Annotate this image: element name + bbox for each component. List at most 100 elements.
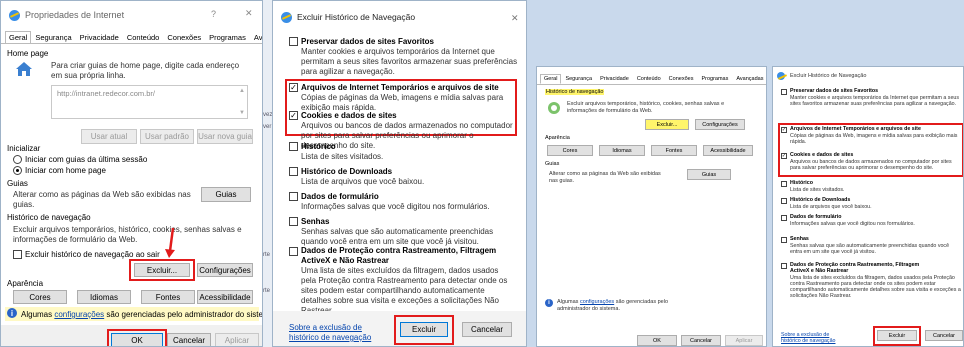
preserve-favorites-checkbox[interactable] bbox=[289, 37, 298, 46]
appearance-heading-small: Aparência bbox=[545, 135, 570, 141]
history-checkbox[interactable] bbox=[289, 142, 298, 151]
window-title: Propriedades de Internet bbox=[25, 10, 125, 20]
use-current-button[interactable]: Usar atual bbox=[81, 129, 137, 144]
fonts-button-small[interactable]: Fontes bbox=[651, 145, 697, 156]
tracking-protection-desc-small: Uma lista de sites excluídos da filtrage… bbox=[790, 275, 961, 299]
title-bar: Propriedades de Internet ? ✕ bbox=[1, 1, 262, 29]
preserve-favorites-desc: Manter cookies e arquivos temporários da… bbox=[301, 47, 518, 76]
strip-text-2: ver bbox=[263, 124, 272, 130]
ok-button-small[interactable]: OK bbox=[637, 335, 677, 346]
tab-programas-small[interactable]: Programas bbox=[697, 74, 732, 84]
passwords-checkbox[interactable] bbox=[289, 217, 298, 226]
passwords-checkbox-small[interactable] bbox=[781, 237, 787, 243]
tab-seguranca-small[interactable]: Segurança bbox=[561, 74, 596, 84]
scroll-down-icon[interactable]: ▼ bbox=[239, 110, 245, 116]
temp-files-desc: Cópias de páginas da Web, imagens e mídi… bbox=[301, 93, 504, 112]
preserve-favorites-label: Preservar dados de sites Favoritos bbox=[301, 37, 434, 46]
settings-link[interactable]: configurações bbox=[54, 310, 104, 319]
colors-button-small[interactable]: Cores bbox=[547, 145, 593, 156]
strip-text-3: rte bbox=[263, 252, 271, 258]
tracking-protection-checkbox[interactable] bbox=[289, 247, 298, 256]
tabs-button-small[interactable]: Guias bbox=[687, 169, 731, 180]
admin-notice-prefix-small: Algumas bbox=[557, 299, 580, 305]
temp-files-checkbox[interactable]: ✓ bbox=[289, 83, 298, 92]
languages-button-small[interactable]: Idiomas bbox=[599, 145, 645, 156]
fonts-button[interactable]: Fontes bbox=[141, 290, 195, 304]
start-home-page-radio[interactable] bbox=[13, 166, 22, 175]
title-bar: Excluir Histórico de Navegação ✕ bbox=[273, 1, 526, 33]
tab-geral-small[interactable]: Geral bbox=[540, 74, 562, 84]
delete-history-dialog-small: Excluir Histórico de Navegação Preservar… bbox=[772, 66, 964, 347]
strip-text-1: vez bbox=[263, 112, 272, 118]
scroll-up-icon[interactable]: ▲ bbox=[239, 88, 245, 94]
home-page-url: http://intranet.redecor.com.br/ bbox=[57, 89, 155, 98]
temp-files-desc-small: Cópias de páginas da Web, imagens e mídi… bbox=[790, 133, 958, 145]
downloads-checkbox[interactable] bbox=[289, 167, 298, 176]
history-icon-small bbox=[547, 101, 561, 115]
about-deletion-link[interactable]: Sobre a exclusão de histórico de navegaç… bbox=[289, 323, 385, 343]
history-heading-small: Histórico de navegação bbox=[545, 89, 605, 95]
settings-link-small[interactable]: configurações bbox=[580, 299, 614, 305]
delete-history-button-small[interactable]: Excluir... bbox=[645, 119, 689, 130]
home-page-url-field[interactable]: http://intranet.redecor.com.br/ ▲ ▼ bbox=[51, 85, 248, 119]
start-last-session-radio[interactable] bbox=[13, 155, 22, 164]
form-data-checkbox-small[interactable] bbox=[781, 215, 787, 221]
colors-button[interactable]: Cores bbox=[13, 290, 67, 304]
passwords-label-small: Senhas bbox=[790, 236, 809, 242]
form-data-label-small: Dados de formulário bbox=[790, 214, 842, 220]
ok-highlight bbox=[107, 329, 167, 346]
form-data-desc-small: Informações salvas que você digitou nos … bbox=[790, 221, 915, 227]
history-description-small: Excluir arquivos temporários, histórico,… bbox=[567, 101, 725, 114]
tabs-heading-small: Guias bbox=[545, 161, 560, 167]
form-data-label: Dados de formulário bbox=[301, 192, 379, 201]
dialog-cancel-button[interactable]: Cancelar bbox=[462, 322, 512, 337]
accessibility-button[interactable]: Acessibilidade bbox=[197, 290, 253, 304]
internet-options-small: Geral Segurança Privacidade Conteúdo Con… bbox=[536, 66, 767, 347]
dialog-cancel-button-small[interactable]: Cancelar bbox=[925, 330, 963, 341]
tabs-button[interactable]: Guias bbox=[201, 187, 251, 202]
use-new-tab-button[interactable]: Usar nova guia bbox=[197, 129, 253, 144]
tabs-heading: Guias bbox=[7, 179, 28, 188]
cookies-checkbox-small[interactable]: ✓ bbox=[781, 153, 787, 159]
tab-strip-small: Geral Segurança Privacidade Conteúdo Con… bbox=[540, 74, 766, 84]
tracking-protection-label-small: Dados de Proteção contra Rastreamento, F… bbox=[790, 262, 920, 274]
languages-button[interactable]: Idiomas bbox=[77, 290, 131, 304]
accessibility-button-small[interactable]: Acessibilidade bbox=[703, 145, 753, 156]
apply-button[interactable]: Aplicar bbox=[215, 333, 259, 346]
history-checkbox-small[interactable] bbox=[781, 181, 787, 187]
history-settings-button[interactable]: Configurações bbox=[197, 263, 253, 277]
temp-files-label: Arquivos de Internet Temporários e arqui… bbox=[301, 83, 499, 92]
temp-files-checkbox-small[interactable]: ✓ bbox=[781, 127, 787, 133]
admin-notice-small: Algumas configurações são gerenciadas pe… bbox=[557, 299, 687, 313]
close-icon[interactable]: ✕ bbox=[245, 8, 253, 19]
history-settings-button-small[interactable]: Configurações bbox=[695, 119, 745, 130]
tracking-protection-checkbox-small[interactable] bbox=[781, 263, 787, 269]
tab-conexoes-small[interactable]: Conexões bbox=[665, 74, 698, 84]
delete-on-exit-checkbox[interactable] bbox=[13, 250, 22, 259]
history-description: Excluir arquivos temporários, histórico,… bbox=[13, 225, 242, 244]
close-icon[interactable]: ✕ bbox=[511, 13, 519, 24]
cookies-label: Cookies e dados de sites bbox=[301, 111, 397, 120]
tab-conteudo-small[interactable]: Conteúdo bbox=[633, 74, 665, 84]
title-bar-small: Excluir Histórico de Navegação bbox=[773, 67, 963, 85]
start-home-page-label: Iniciar com home page bbox=[25, 166, 106, 175]
cancel-button-small[interactable]: Cancelar bbox=[681, 335, 721, 346]
cookies-checkbox[interactable]: ✓ bbox=[289, 111, 298, 120]
red-arrow-icon bbox=[165, 227, 177, 259]
tab-avancadas-small[interactable]: Avançadas bbox=[732, 74, 766, 84]
admin-notice-prefix: Algumas bbox=[21, 310, 55, 319]
passwords-desc-small: Senhas salvas que são automaticamente pr… bbox=[790, 243, 950, 255]
startup-heading: Inicializar bbox=[7, 144, 41, 153]
preserve-favorites-checkbox-small[interactable] bbox=[781, 89, 787, 95]
use-default-button[interactable]: Usar padrão bbox=[140, 129, 194, 144]
preserve-favorites-desc-small: Manter cookies e arquivos temporários da… bbox=[790, 95, 959, 107]
form-data-checkbox[interactable] bbox=[289, 192, 298, 201]
help-button[interactable]: ? bbox=[211, 9, 216, 19]
about-deletion-link-small[interactable]: Sobre a exclusão de histórico de navegaç… bbox=[781, 332, 849, 344]
tab-privacidade-small[interactable]: Privacidade bbox=[596, 74, 633, 84]
apply-button-small[interactable]: Aplicar bbox=[725, 335, 763, 346]
tracking-protection-label: Dados de Proteção contra Rastreamento, F… bbox=[301, 246, 497, 265]
downloads-checkbox-small[interactable] bbox=[781, 198, 787, 204]
downloads-desc: Lista de arquivos que você baixou. bbox=[301, 177, 425, 186]
cancel-button[interactable]: Cancelar bbox=[167, 333, 211, 346]
